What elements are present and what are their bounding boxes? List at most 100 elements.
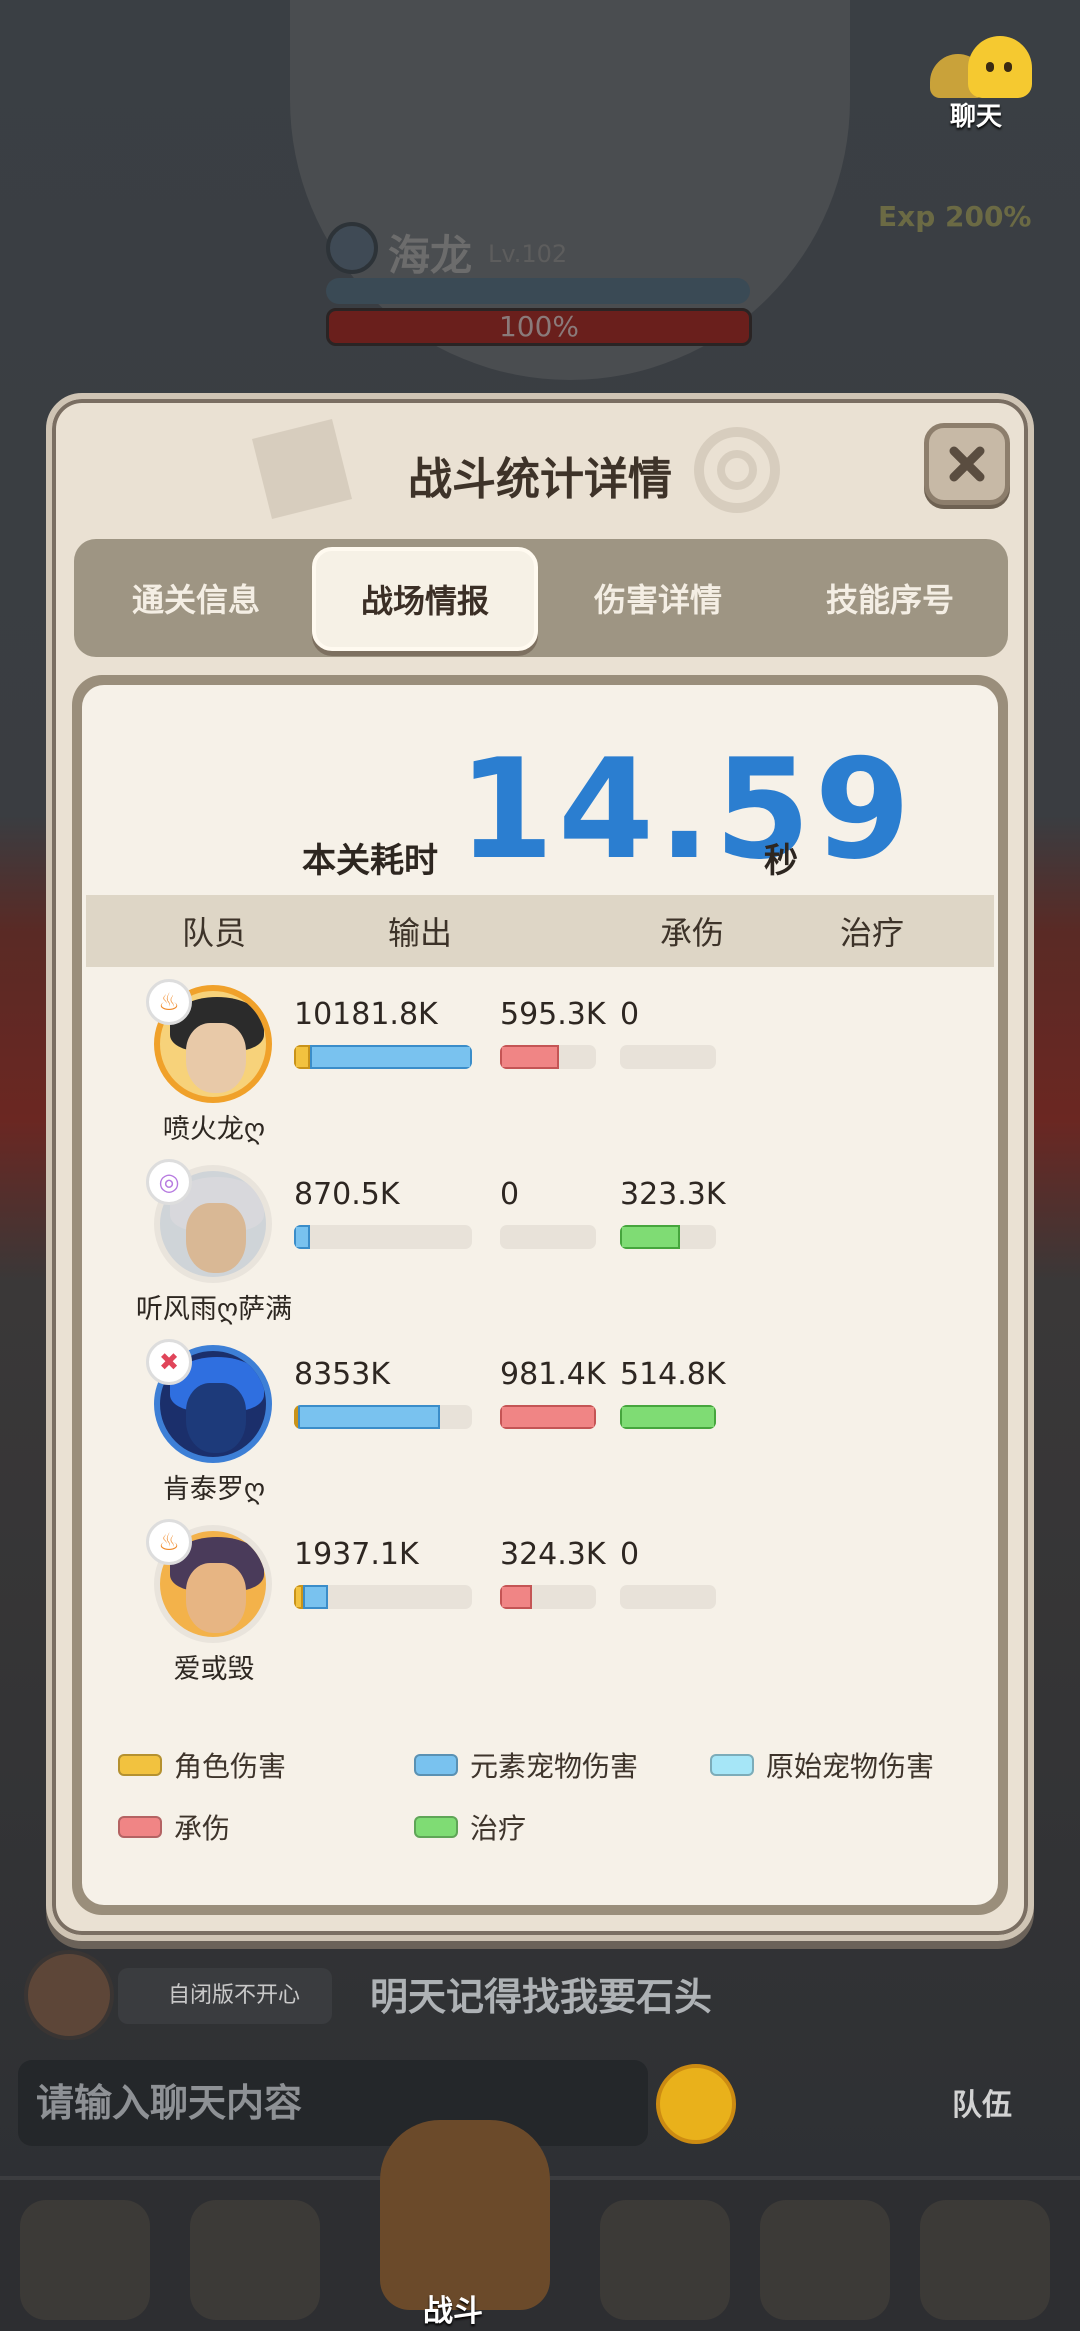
legend-swatch (414, 1754, 458, 1776)
close-button[interactable] (924, 423, 1010, 505)
healing-value: 0 (620, 1537, 640, 1572)
emoji-icon[interactable] (656, 2064, 736, 2144)
chat-message: 明天记得找我要石头 (370, 1975, 713, 2019)
legend-healing: 治疗 (414, 1807, 526, 1847)
member-row: ◎ 听风雨ღ萨满 870.5K 0 323.3K (82, 1159, 998, 1343)
damage-taken-value: 324.3K (500, 1537, 606, 1572)
column-healing: 治疗 (840, 914, 905, 952)
team-button[interactable]: 队伍 (952, 2080, 1012, 2124)
damage-taken-bar (500, 1585, 596, 1609)
column-damage-taken: 承伤 (660, 914, 725, 952)
element-pet-damage-segment (310, 1045, 472, 1069)
member-name: 喷火龙ღ (162, 1114, 266, 1145)
chat-input[interactable]: 请输入聊天内容 (18, 2060, 648, 2146)
healing-fill (620, 1405, 716, 1429)
legend-label: 元素宠物伤害 (470, 1750, 639, 1783)
legend-swatch (118, 1754, 162, 1776)
legend-swatch (118, 1816, 162, 1838)
healing-value: 514.8K (620, 1357, 726, 1392)
legend-role-damage: 角色伤害 (118, 1745, 286, 1785)
boss-shield-bar (326, 278, 750, 304)
damage-taken-fill (500, 1585, 532, 1609)
battle-stats-dialog: 战斗统计详情 通关信息 战场情报 伤害详情 技能序号 本关耗时 14.59 秒 … (46, 393, 1034, 1941)
nav-battle-label[interactable]: 战斗 (423, 2286, 483, 2330)
output-value: 870.5K (294, 1177, 400, 1212)
fire-element-icon: ♨ (146, 979, 192, 1025)
output-bar (294, 1585, 472, 1609)
stats-panel-body: 本关耗时 14.59 秒 队员 输出 承伤 治疗 ♨ 喷火龙ღ 10181.8K… (82, 685, 998, 1905)
tab-skill-order[interactable]: 技能序号 (780, 539, 1000, 657)
member-name: 肯泰罗ღ (162, 1474, 266, 1505)
boss-element-icon (326, 222, 378, 274)
output-bar (294, 1225, 472, 1249)
nav-slot-5[interactable] (760, 2200, 890, 2320)
legend-damage-taken: 承伤 (118, 1807, 230, 1847)
stats-panel: 本关耗时 14.59 秒 队员 输出 承伤 治疗 ♨ 喷火龙ღ 10181.8K… (72, 675, 1008, 1915)
strike-element-icon: ✖ (146, 1339, 192, 1385)
dialog-title: 战斗统计详情 (408, 454, 672, 505)
element-pet-damage-segment (294, 1225, 311, 1249)
damage-taken-value: 595.3K (500, 997, 606, 1032)
legend-swatch (710, 1754, 754, 1776)
output-value: 1937.1K (294, 1537, 419, 1572)
legend-element-pet-damage: 元素宠物伤害 (414, 1745, 638, 1785)
damage-taken-fill (500, 1045, 559, 1069)
chat-user-tag: 自闭版不开心 (118, 1968, 332, 2024)
column-member: 队员 (182, 914, 247, 952)
legend-original-pet-damage: 原始宠物伤害 (710, 1745, 934, 1785)
output-bar (294, 1405, 472, 1429)
damage-taken-value: 981.4K (500, 1357, 606, 1392)
nav-slot-4[interactable] (600, 2200, 730, 2320)
close-icon (949, 446, 985, 482)
member-avatar[interactable]: ♨ (146, 1519, 274, 1645)
nav-slot-1[interactable] (20, 2200, 150, 2320)
member-name: 听风雨ღ萨满 (135, 1294, 293, 1325)
element-pet-damage-segment (302, 1585, 328, 1609)
healing-value: 323.3K (620, 1177, 726, 1212)
legend-label: 承伤 (174, 1812, 231, 1845)
member-row: ♨ 喷火龙ღ 10181.8K 595.3K 0 (82, 979, 998, 1163)
boss-hp-bar: 100% (326, 308, 752, 346)
element-pet-damage-segment (297, 1405, 440, 1429)
boss-name: 海龙 (388, 231, 473, 280)
healing-bar (620, 1045, 716, 1069)
time-label: 本关耗时 (302, 841, 438, 881)
healing-fill (620, 1225, 681, 1249)
output-bar (294, 1045, 472, 1069)
chat-avatar (24, 1950, 114, 2040)
nav-slot-2[interactable] (190, 2200, 320, 2320)
healing-bar (620, 1225, 716, 1249)
legend-label: 原始宠物伤害 (766, 1750, 935, 1783)
member-row: ♨ 爱或毁 1937.1K 324.3K 0 (82, 1519, 998, 1703)
legend-label: 角色伤害 (174, 1750, 287, 1783)
member-avatar[interactable]: ♨ (146, 979, 274, 1105)
fire-element-icon: ♨ (146, 1519, 192, 1565)
time-value: 14.59 (458, 729, 915, 890)
role-damage-segment (294, 1045, 311, 1069)
wind-element-icon: ◎ (146, 1159, 192, 1205)
healing-bar (620, 1585, 716, 1609)
member-avatar[interactable]: ✖ (146, 1339, 274, 1465)
member-avatar[interactable]: ◎ (146, 1159, 274, 1285)
nav-battle-icon[interactable] (380, 2120, 550, 2310)
boss-level: Lv.102 (488, 240, 568, 268)
exp-bonus: Exp 200% (878, 200, 1032, 233)
tab-bar: 通关信息 战场情报 伤害详情 技能序号 (74, 539, 1008, 657)
chat-bubble-icon[interactable] (930, 36, 1040, 98)
tab-clear-info[interactable]: 通关信息 (86, 539, 306, 657)
damage-taken-bar (500, 1225, 596, 1249)
damage-taken-fill (500, 1405, 596, 1429)
healing-value: 0 (620, 997, 640, 1032)
legend-label: 治疗 (470, 1812, 527, 1845)
chat-button-label[interactable]: 聊天 (950, 96, 1002, 133)
bottom-nav (0, 2120, 1080, 2331)
damage-taken-bar (500, 1405, 596, 1429)
output-value: 10181.8K (294, 997, 438, 1032)
tab-damage-details[interactable]: 伤害详情 (548, 539, 768, 657)
healing-bar (620, 1405, 716, 1429)
damage-taken-bar (500, 1045, 596, 1069)
tab-battlefield-intel[interactable]: 战场情报 (312, 547, 538, 651)
nav-slot-6[interactable] (920, 2200, 1050, 2320)
output-value: 8353K (294, 1357, 391, 1392)
time-unit: 秒 (764, 841, 798, 881)
